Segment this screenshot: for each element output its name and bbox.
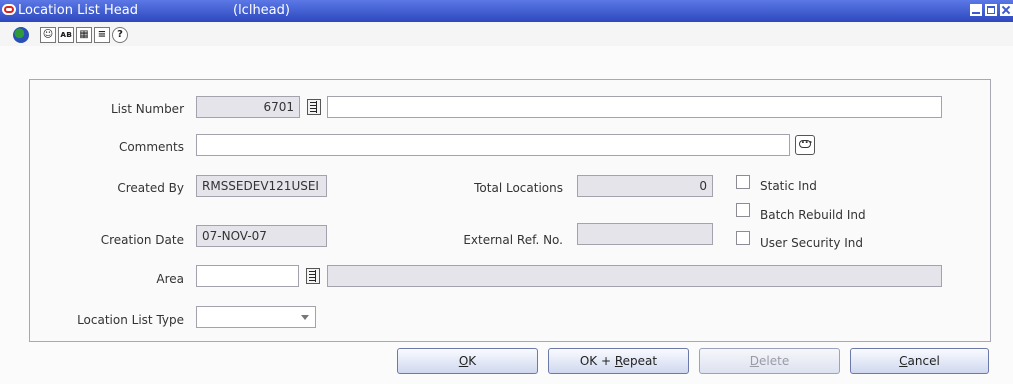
delete-label-rest: elete <box>759 354 790 368</box>
chevron-down-icon <box>301 315 309 320</box>
total-locations-label: Total Locations <box>474 181 563 195</box>
static-ind-checkbox[interactable] <box>736 175 750 189</box>
ok-button[interactable]: OK <box>397 348 538 374</box>
window-code: (lclhead) <box>233 3 290 18</box>
ok-repeat-prefix: OK + <box>579 354 615 368</box>
created-by-field: RMSSEDEV121USEI <box>196 175 327 197</box>
globe-icon[interactable] <box>13 27 29 43</box>
list-number-label: List Number <box>111 102 184 116</box>
area-label: Area <box>156 272 184 286</box>
maximize-icon[interactable] <box>985 4 997 16</box>
cancel-label-rest: ancel <box>907 354 940 368</box>
user-security-ind-checkbox[interactable] <box>736 231 750 245</box>
question-icon[interactable]: ? <box>112 27 128 43</box>
location-list-type-label: Location List Type <box>77 313 184 327</box>
comment-editor-icon[interactable] <box>795 135 815 155</box>
list-of-values-icon[interactable] <box>307 99 321 115</box>
help-icon[interactable]: ☺ <box>40 27 56 43</box>
location-list-type-select[interactable] <box>196 306 316 328</box>
area-list-of-values-icon[interactable] <box>306 268 320 284</box>
created-by-label: Created By <box>117 181 184 195</box>
area-field[interactable] <box>196 265 299 287</box>
oracle-logo-icon <box>2 4 16 15</box>
window-title: Location List Head <box>18 3 138 18</box>
static-ind-label: Static Ind <box>760 179 817 193</box>
external-ref-label: External Ref. No. <box>463 233 563 247</box>
calendar-icon[interactable]: ▦ <box>76 27 92 43</box>
comments-field[interactable] <box>196 134 790 156</box>
delete-mnemonic: D <box>749 354 760 368</box>
cancel-mnemonic: C <box>899 354 908 368</box>
ok-mnemonic: O <box>458 354 469 368</box>
minimize-icon[interactable] <box>970 4 982 16</box>
external-ref-field <box>577 223 713 245</box>
ok-label-rest: K <box>468 354 477 368</box>
title-bar: Location List Head (lclhead) <box>0 0 1013 22</box>
cancel-button[interactable]: Cancel <box>850 348 989 374</box>
creation-date-field: 07-NOV-07 <box>196 225 327 247</box>
creation-date-label: Creation Date <box>100 233 184 247</box>
notes-icon[interactable]: ≡ <box>94 27 110 43</box>
spell-check-icon[interactable]: ᴀʙ <box>58 27 74 43</box>
user-security-ind-label: User Security Ind <box>760 236 864 250</box>
ok-repeat-label-rest: epeat <box>622 354 658 368</box>
ok-repeat-mnemonic: R <box>614 354 623 368</box>
total-locations-field: 0 <box>577 175 713 197</box>
toolbar: ☺ ᴀʙ ▦ ≡ ? <box>0 22 1013 46</box>
close-icon[interactable] <box>1000 4 1013 16</box>
comments-label: Comments <box>118 140 184 154</box>
list-number-field[interactable]: 6701 <box>196 96 300 118</box>
delete-button[interactable]: Delete <box>699 348 840 374</box>
area-description-field <box>327 265 942 287</box>
list-description-field[interactable] <box>327 96 942 118</box>
batch-rebuild-ind-label: Batch Rebuild Ind <box>760 208 866 222</box>
batch-rebuild-ind-checkbox[interactable] <box>736 203 750 217</box>
ok-repeat-button[interactable]: OK + Repeat <box>548 348 689 374</box>
